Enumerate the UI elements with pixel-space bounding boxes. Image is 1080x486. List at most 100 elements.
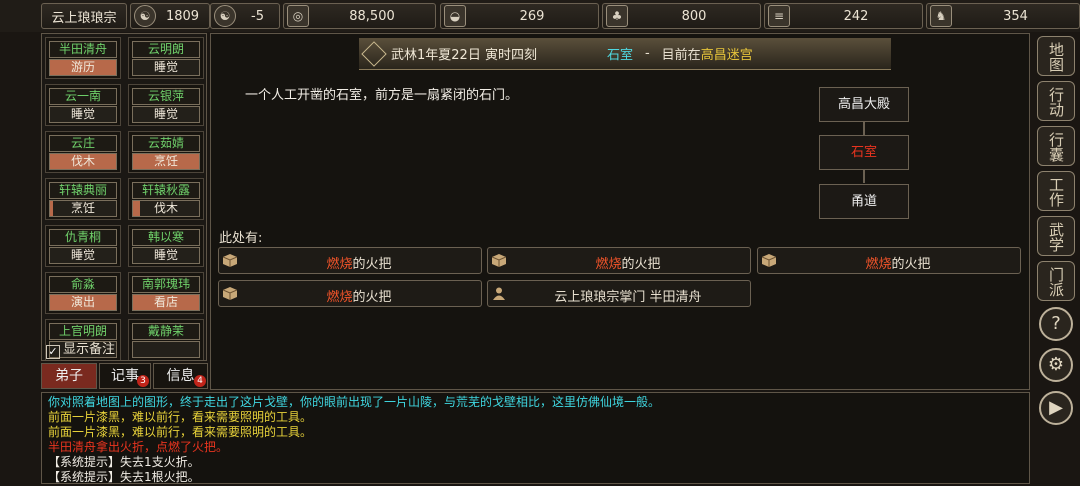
disciple-card[interactable]: 俞淼 演出	[45, 272, 121, 314]
item-button[interactable]: 燃烧的火把	[487, 247, 751, 274]
food-bowl-icon: ◒	[444, 5, 466, 27]
disciple-card[interactable]: 云茹婧 烹饪	[128, 131, 204, 173]
coin-icon: ◎	[287, 5, 309, 27]
item-name: 的火把	[891, 257, 931, 272]
menu-label: 地图	[1047, 42, 1065, 72]
item-button[interactable]: 燃烧的火把	[218, 247, 482, 274]
top-resource-bar: 云上琅琅宗 ☯ 1809 ☯ -5 ◎ 88,500 ◒ 269 ♣ 800 ≡ 242 ♞ 354	[0, 0, 1080, 32]
game-date: 武林1年夏22日 寅时四刻	[391, 48, 537, 63]
martial-menu-button[interactable]: 武学	[1037, 216, 1075, 256]
item-name: 的火把	[352, 257, 392, 272]
show-notes-toggle[interactable]: ✓ 显示备注	[46, 338, 115, 359]
person-icon	[492, 287, 506, 300]
disciple-name: 俞淼	[49, 276, 117, 293]
resource-6[interactable]: ♞ 354	[926, 3, 1080, 29]
medal-icon: ☯	[134, 5, 156, 27]
resource-3[interactable]: ◒ 269	[440, 3, 599, 29]
disciple-card[interactable]: 南郭瑰玮 看店	[128, 272, 204, 314]
disciple-action-bar: 睡觉	[132, 106, 200, 123]
disciple-action-bar: 烹饪	[49, 200, 117, 217]
sect-name-label[interactable]: 云上琅琅宗	[41, 3, 127, 29]
disciple-action-bar: 睡觉	[132, 59, 200, 76]
disciple-card[interactable]: 轩辕典丽 烹饪	[45, 178, 121, 220]
resource-1[interactable]: ☯ -5	[210, 3, 280, 29]
menu-label: 行动	[1047, 87, 1065, 117]
resource-4[interactable]: ♣ 800	[602, 3, 761, 29]
right-menu: 地图行动行囊工作武学门派? ⚙ ▶	[1033, 33, 1079, 486]
disciple-card[interactable]: 轩辕秋露 伐木	[128, 178, 204, 220]
menu-label: 门派	[1047, 267, 1065, 297]
settings-gear-icon[interactable]: ⚙	[1039, 348, 1073, 382]
disciple-name: 戴静茉	[132, 323, 200, 340]
item-button[interactable]: 燃烧的火把	[757, 247, 1021, 274]
disciple-action-bar: 睡觉	[132, 247, 200, 264]
item-button[interactable]: 云上琅琅宗掌门 半田清舟	[487, 280, 751, 307]
location-prefix: 目前在	[661, 48, 701, 63]
resource-2[interactable]: ◎ 88,500	[283, 3, 436, 29]
here-items-label: 此处有:	[219, 231, 263, 246]
action-menu-button[interactable]: 行动	[1037, 81, 1075, 121]
help-icon[interactable]: ?	[1039, 307, 1073, 341]
resource-value: 269	[519, 8, 545, 24]
item-name: 云上琅琅宗掌门 半田清舟	[554, 290, 702, 305]
disciple-card[interactable]: 云银萍 睡觉	[128, 84, 204, 126]
disciple-card[interactable]: 韩以寒 睡觉	[128, 225, 204, 267]
herb-icon: ♣	[606, 5, 628, 27]
scroll-icon	[361, 40, 387, 67]
disciple-name: 云庄	[49, 135, 117, 152]
item-name: 的火把	[621, 257, 661, 272]
item-label: 云上琅琅宗掌门 半田清舟	[512, 286, 744, 305]
tab-1[interactable]: 记事 3	[99, 363, 151, 389]
disciple-card[interactable]: 戴静茉	[128, 319, 204, 360]
box-icon	[491, 254, 507, 267]
tab-2[interactable]: 信息 4	[153, 363, 208, 389]
disciple-action: 伐木	[70, 154, 95, 168]
map-node-north[interactable]: 高昌大殿	[819, 87, 909, 122]
disciple-action-bar	[132, 341, 200, 358]
work-menu-button[interactable]: 工作	[1037, 171, 1075, 211]
sect-menu-button[interactable]: 门派	[1037, 261, 1075, 301]
play-icon[interactable]: ▶	[1039, 391, 1073, 425]
disciple-card[interactable]: 仇青桐 睡觉	[45, 225, 121, 267]
disciple-action: 睡觉	[153, 60, 178, 74]
disciple-action: 游历	[70, 60, 95, 74]
disciple-card[interactable]: 云明朗 睡觉	[128, 37, 204, 79]
disciple-action-bar: 伐木	[49, 153, 117, 170]
resource-value: 800	[681, 8, 707, 24]
log-line: 你对照着地图上的图形，终于走出了这片戈壁，你的眼前出现了一片山陵，与荒芜的戈壁相…	[48, 395, 661, 409]
map-menu-button[interactable]: 地图	[1037, 36, 1075, 76]
map-node-current[interactable]: 石室	[819, 135, 909, 170]
menu-label: 武学	[1047, 222, 1065, 252]
disciple-action: 睡觉	[70, 107, 95, 121]
resource-0[interactable]: ☯ 1809	[130, 3, 210, 29]
current-area-name: 高昌迷宫	[700, 48, 753, 63]
message-log[interactable]: 你对照着地图上的图形，终于走出了这片戈壁，你的眼前出现了一片山陵，与荒芜的戈壁相…	[41, 392, 1030, 484]
tab-label: 记事	[111, 368, 139, 384]
resource-value: 1809	[165, 8, 200, 24]
wood-icon: ≡	[768, 5, 790, 27]
checkmark-icon[interactable]: ✓	[46, 345, 60, 359]
notification-badge: 4	[194, 375, 206, 387]
disciple-name: 轩辕秋露	[132, 182, 200, 199]
disciple-action-bar: 游历	[49, 59, 117, 76]
disciple-action: 烹饪	[70, 201, 95, 215]
resource-5[interactable]: ≡ 242	[764, 3, 923, 29]
disciple-card[interactable]: 半田清舟 游历	[45, 37, 121, 79]
tab-label: 弟子	[55, 368, 83, 384]
log-line: 【系统提示】失去1支火折。	[48, 455, 200, 469]
location-panel: 武林1年夏22日 寅时四刻 石室 - 目前在 高昌迷宫 一个人工开凿的石室，前方是…	[210, 33, 1030, 390]
disciple-action-bar: 伐木	[132, 200, 200, 217]
bag-menu-button[interactable]: 行囊	[1037, 126, 1075, 166]
disciple-name: 仇青桐	[49, 229, 117, 246]
disciple-name: 云银萍	[132, 88, 200, 105]
disciple-list-panel[interactable]: 半田清舟 游历 云明朗 睡觉 云一南 睡觉 云银萍 睡觉 云庄 伐木 云茹婧 烹饪 轩辕典丽 烹饪 轩辕秋露…	[41, 33, 207, 361]
item-label: 燃烧的火把	[243, 286, 475, 305]
log-line: 前面一片漆黑，难以前行，看来需要照明的工具。	[48, 410, 313, 424]
tab-0[interactable]: 弟子	[41, 363, 97, 389]
item-label: 燃烧的火把	[243, 253, 475, 272]
map-node-south[interactable]: 甬道	[819, 184, 909, 219]
item-button[interactable]: 燃烧的火把	[218, 280, 482, 307]
disciple-card[interactable]: 云庄 伐木	[45, 131, 121, 173]
item-state: 燃烧	[326, 290, 353, 305]
disciple-card[interactable]: 云一南 睡觉	[45, 84, 121, 126]
